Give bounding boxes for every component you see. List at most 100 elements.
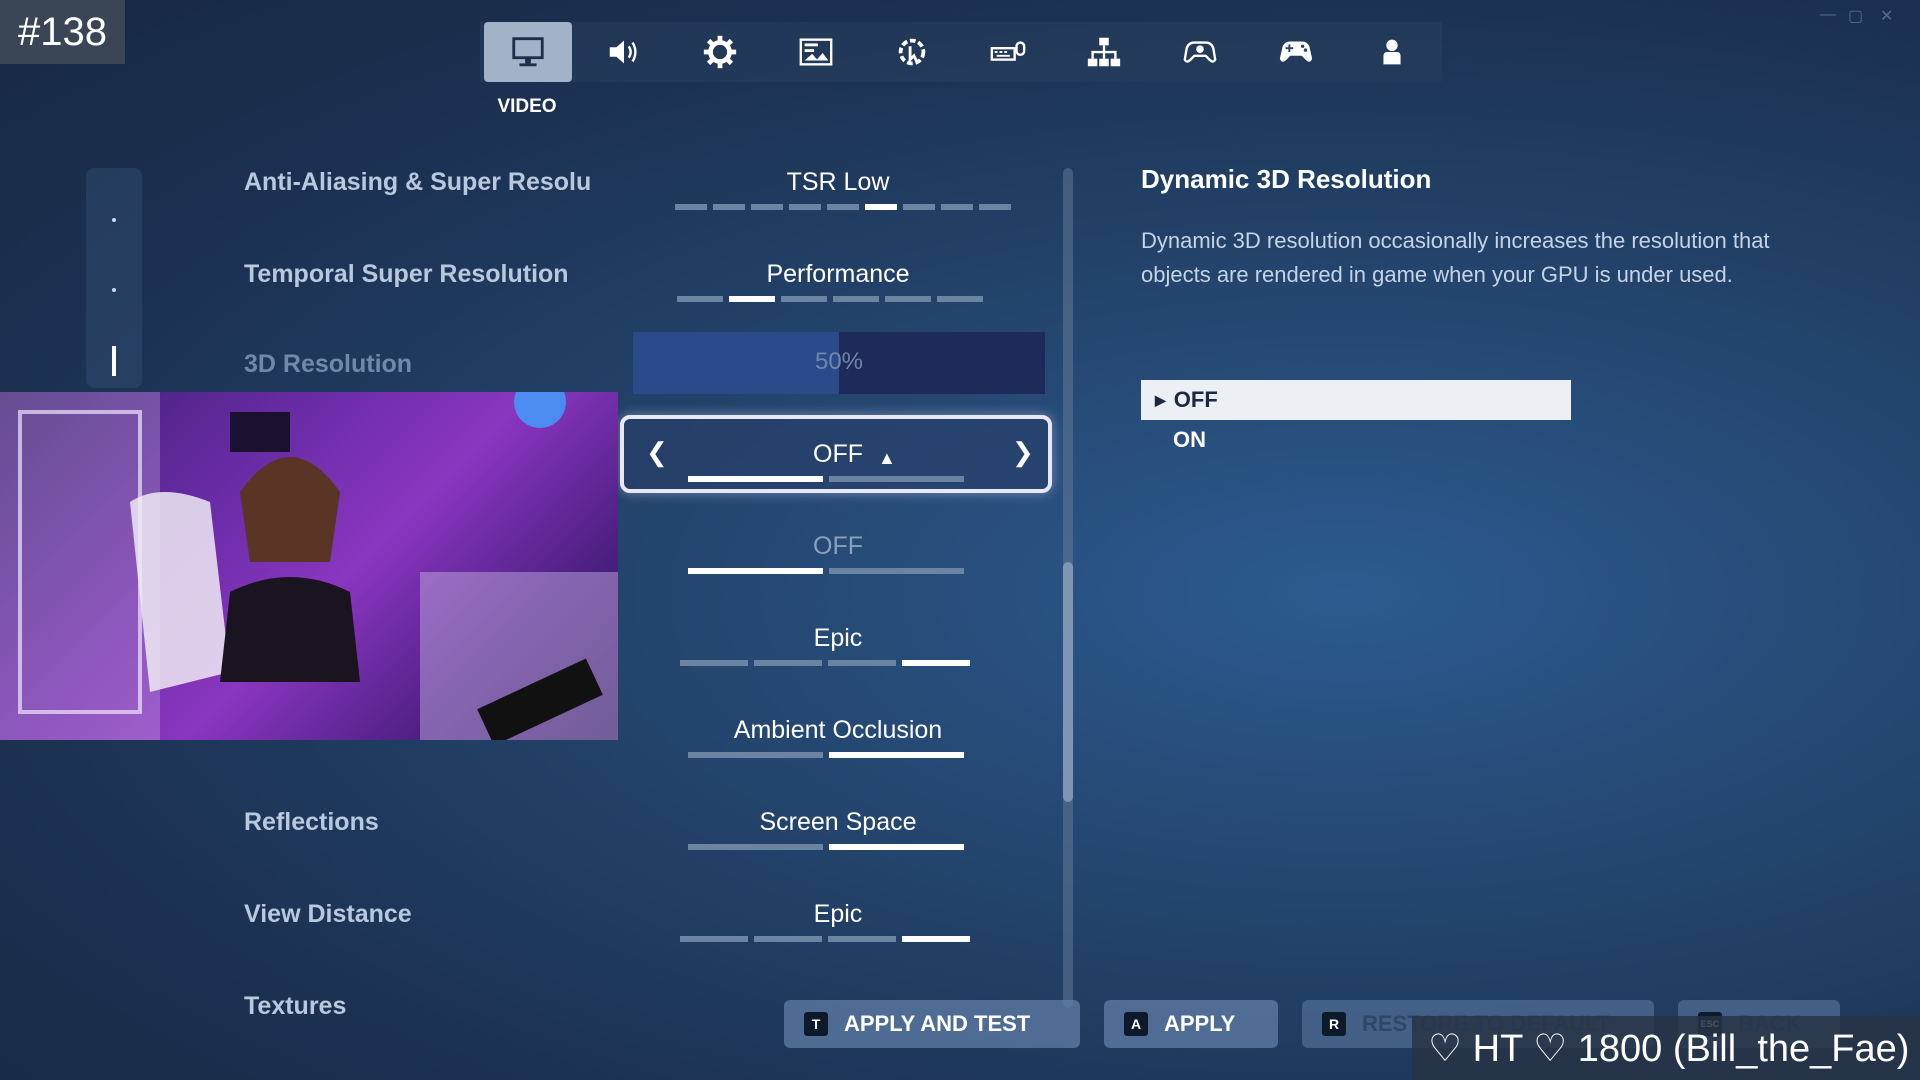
- apply-label: APPLY: [1164, 1011, 1236, 1036]
- slider-value: 50%: [814, 348, 864, 375]
- apply-and-test-label: APPLY AND TEST: [844, 1011, 1031, 1036]
- option-segment: [688, 844, 823, 850]
- option-segment: [688, 568, 823, 574]
- option-segment: [829, 568, 964, 574]
- setting-label-textures: Textures: [244, 992, 347, 1020]
- option-segment: [754, 660, 822, 666]
- segments-temporal-super-resolution: [677, 296, 983, 302]
- option-segment: [754, 936, 822, 942]
- setting-label-temporal-super-resolution: Temporal Super Resolution: [244, 260, 569, 288]
- option-segment: [885, 296, 931, 302]
- option-segment: [979, 204, 1011, 210]
- option-segment: [688, 476, 823, 482]
- controller-settings-icon: [1183, 41, 1217, 63]
- option-segment: [680, 936, 748, 942]
- mouse-cursor-icon: ▲: [878, 448, 896, 468]
- option-segment: [829, 752, 964, 758]
- option-segment: [781, 296, 827, 302]
- tab-account[interactable]: [1344, 22, 1440, 82]
- setting-value-anti-aliasing[interactable]: TSR Low: [650, 168, 1026, 197]
- key-a-icon: A: [1124, 1012, 1148, 1036]
- webcam-overlay: [0, 392, 618, 740]
- keyboard-mouse-icon: [990, 41, 1026, 61]
- tab-video[interactable]: [484, 22, 572, 82]
- option-segment: [677, 296, 723, 302]
- option-segment: [941, 204, 973, 210]
- option-segment: [688, 752, 823, 758]
- segments-dynamic-3d-resolution: [688, 476, 964, 482]
- setting-value-view-distance[interactable]: Epic: [650, 900, 1026, 929]
- setting-label-view-distance: View Distance: [244, 900, 412, 928]
- 3d-resolution-slider[interactable]: 50%: [633, 332, 1045, 394]
- option-on-label: ON: [1173, 427, 1206, 452]
- segments-row-6: [680, 660, 970, 666]
- segments-ambient-occlusion: [688, 752, 964, 758]
- tab-controller[interactable]: [1248, 22, 1344, 82]
- triangle-right-icon: ▶: [1155, 391, 1166, 408]
- option-segment: [937, 296, 983, 302]
- setting-value-ambient-occlusion[interactable]: Ambient Occlusion: [650, 716, 1026, 745]
- active-tab-label: VIDEO: [497, 96, 557, 117]
- gear-icon: [703, 35, 737, 69]
- option-segment: [680, 660, 748, 666]
- key-r-icon: R: [1322, 1012, 1346, 1036]
- option-segment: [675, 204, 707, 210]
- tab-game-ui[interactable]: [768, 22, 864, 82]
- setting-value-row-5[interactable]: OFF: [650, 532, 1026, 561]
- tab-keyboard-mouse[interactable]: [960, 22, 1056, 82]
- tab-game[interactable]: [672, 22, 768, 82]
- tab-network[interactable]: [1056, 22, 1152, 82]
- gamepad-icon: [1279, 41, 1313, 62]
- option-segment: [829, 844, 964, 850]
- webcam-scene: [0, 392, 618, 740]
- option-segment: [729, 296, 775, 302]
- monitor-icon: [512, 37, 544, 67]
- close-icon[interactable]: ✕: [1880, 6, 1893, 26]
- setting-label-3d-resolution: 3D Resolution: [244, 350, 413, 378]
- description-body: Dynamic 3D resolution occasionally incre…: [1141, 228, 1770, 287]
- option-segment: [829, 476, 964, 482]
- setting-value-temporal-super-resolution[interactable]: Performance: [650, 260, 1026, 289]
- setting-value-row-6[interactable]: Epic: [650, 624, 1026, 653]
- episode-number: #138: [0, 0, 125, 64]
- setting-value-reflections[interactable]: Screen Space: [650, 808, 1026, 837]
- settings-tab-bar: [480, 22, 1442, 82]
- scrollbar-thumb[interactable]: [1063, 562, 1073, 802]
- tab-accessibility[interactable]: [864, 22, 960, 82]
- setting-label-reflections: Reflections: [244, 808, 379, 836]
- tab-controller-settings[interactable]: [1152, 22, 1248, 82]
- setting-label-anti-aliasing: Anti-Aliasing & Super Resolu: [244, 168, 592, 196]
- option-segment: [828, 936, 896, 942]
- option-on[interactable]: ON: [1141, 420, 1571, 460]
- option-segment: [828, 660, 896, 666]
- segments-reflections: [688, 844, 964, 850]
- option-segment: [903, 204, 935, 210]
- segments-row-5: [688, 568, 964, 574]
- option-segment: [902, 936, 970, 942]
- speaker-icon: [609, 40, 637, 64]
- indicator-active-bar: [112, 346, 116, 376]
- option-segment: [827, 204, 859, 210]
- description-title: Dynamic 3D Resolution: [1141, 164, 1432, 194]
- option-segment: [865, 204, 897, 210]
- segments-view-distance: [680, 936, 970, 942]
- tab-audio[interactable]: [576, 22, 672, 82]
- maximize-icon[interactable]: ▢: [1848, 6, 1863, 26]
- option-off-label: OFF: [1173, 387, 1218, 412]
- option-segment: [833, 296, 879, 302]
- minimize-icon[interactable]: —: [1820, 6, 1836, 24]
- key-t-icon: T: [804, 1012, 828, 1036]
- option-segment: [751, 204, 783, 210]
- option-off[interactable]: ▶ OFF: [1141, 380, 1571, 420]
- settings-scrollbar[interactable]: [1063, 168, 1073, 1008]
- apply-and-test-button[interactable]: T APPLY AND TEST: [784, 1000, 1080, 1048]
- network-icon: [1087, 37, 1121, 67]
- category-scroll-indicator: [86, 168, 142, 388]
- account-icon: [1383, 39, 1401, 65]
- game-ui-icon: [799, 38, 833, 66]
- setting-value-dynamic-3d-resolution: OFF: [813, 440, 863, 468]
- apply-button[interactable]: A APPLY: [1104, 1000, 1278, 1048]
- option-segment: [713, 204, 745, 210]
- segments-anti-aliasing: [675, 204, 1011, 210]
- option-segment: [902, 660, 970, 666]
